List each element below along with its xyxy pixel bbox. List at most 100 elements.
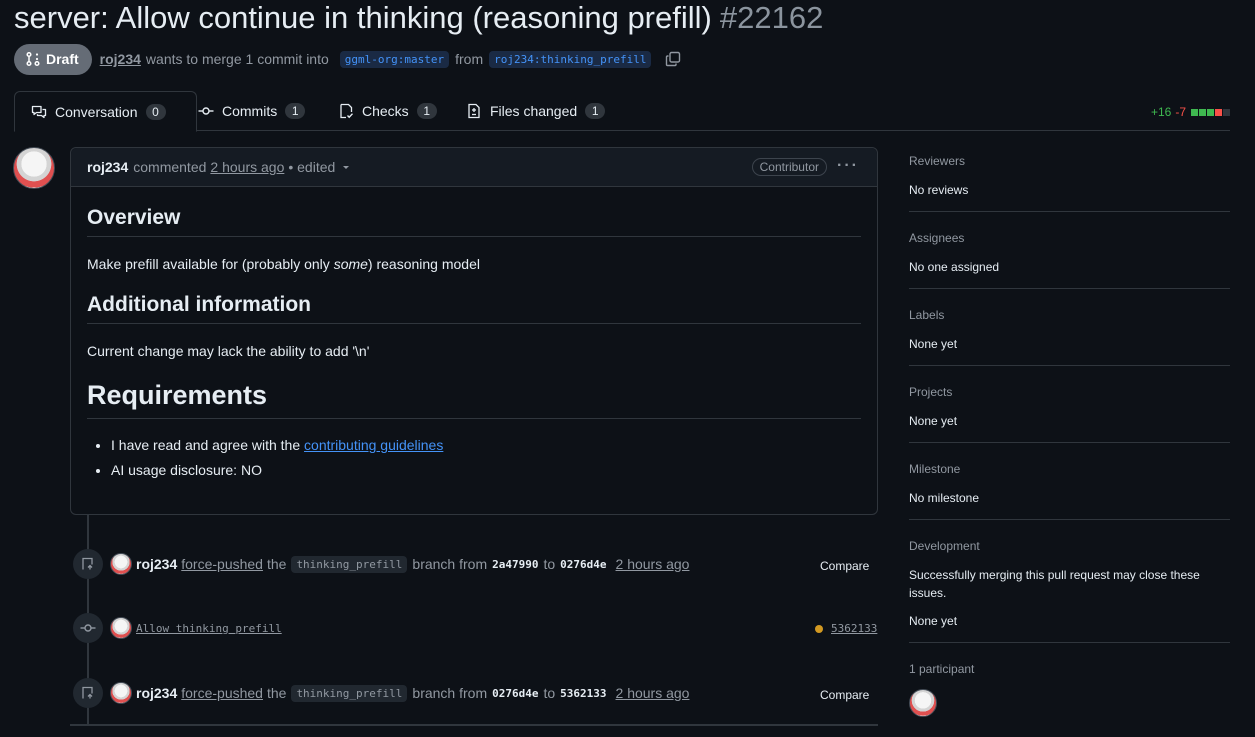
additional-info-text: Current change may lack the ability to a… [87, 343, 370, 359]
overview-text-em: some [333, 256, 368, 272]
timeline-commit: Allow thinking prefill [110, 617, 282, 639]
to-text: to [543, 556, 556, 572]
from-sha[interactable]: 0276d4e [492, 687, 538, 700]
overview-heading: Overview [87, 206, 861, 237]
branch-from-text: branch from [412, 685, 488, 701]
git-commit-icon [198, 106, 214, 115]
tab-files-changed-count: 1 [585, 102, 606, 119]
sidebar-development[interactable]: Development Successfully merging this pu… [909, 539, 1230, 630]
comment-box: roj234 commented 2 hours ago • edited Co… [70, 147, 878, 515]
draft-label: Draft [46, 51, 79, 67]
contributor-badge: Contributor [751, 158, 827, 176]
branch-from-text: branch from [412, 556, 488, 572]
commit-sha[interactable]: 5362133 [815, 622, 877, 635]
kebab-menu-icon[interactable]: ··· [837, 158, 859, 174]
comment-time[interactable]: 2 hours ago [210, 159, 284, 175]
compare-button[interactable]: Compare [820, 559, 869, 573]
sidebar-divider [909, 211, 1230, 212]
sidebar-milestone-title[interactable]: Milestone [909, 462, 1230, 476]
sidebar-projects[interactable]: Projects None yet [909, 385, 1230, 430]
tab-commits-label: Commits [222, 102, 278, 119]
sidebar-labels[interactable]: Labels None yet [909, 308, 1230, 353]
comment-header: roj234 commented 2 hours ago • edited Co… [71, 148, 877, 187]
status-pending-icon [815, 624, 823, 633]
sidebar-divider [909, 519, 1230, 520]
avatar[interactable] [110, 682, 132, 704]
tab-commits-count: 1 [285, 102, 306, 119]
sidebar-participants-title: 1 participant [909, 662, 975, 676]
commit-sha-text: 5362133 [831, 622, 878, 635]
tab-files-changed-label: Files changed [490, 102, 578, 119]
sidebar-divider [909, 365, 1230, 366]
diffstat-bar [1190, 105, 1230, 119]
sidebar-labels-title[interactable]: Labels [909, 308, 1230, 322]
sidebar-milestone[interactable]: Milestone No milestone [909, 462, 1230, 507]
sidebar-assignees-title[interactable]: Assignees [909, 231, 1230, 245]
sidebar-assignees-value: No one assigned [909, 260, 1000, 274]
copy-icon[interactable] [665, 51, 681, 67]
branch-chip[interactable]: thinking_prefill [291, 555, 408, 573]
tab-commits[interactable]: Commits 1 [198, 91, 306, 130]
timeline-time[interactable]: 2 hours ago [616, 685, 690, 701]
author-avatar[interactable] [13, 147, 55, 189]
sidebar-assignees[interactable]: Assignees No one assigned [909, 231, 1230, 276]
git-pull-request-draft-icon [26, 51, 40, 67]
sidebar-divider [909, 442, 1230, 443]
pr-title: server: Allow continue in thinking (reas… [14, 0, 823, 36]
to-sha[interactable]: 0276d4e [560, 558, 606, 571]
sidebar-projects-title[interactable]: Projects [909, 385, 1230, 399]
sidebar-divider [909, 288, 1230, 289]
compare-button[interactable]: Compare [820, 688, 869, 702]
base-branch[interactable]: ggml-org:master [339, 50, 450, 68]
tab-checks-count: 1 [416, 102, 437, 119]
sidebar-participants: 1 participant [909, 662, 1230, 689]
tab-conversation-count: 0 [145, 103, 166, 120]
from-sha[interactable]: 2a47990 [492, 558, 538, 571]
overview-text: Make prefill available for (probably onl… [87, 256, 861, 272]
chevron-down-icon[interactable] [341, 162, 351, 172]
avatar[interactable] [110, 617, 132, 639]
author-link[interactable]: roj234 [100, 51, 141, 67]
tab-files-changed[interactable]: Files changed 1 [466, 91, 606, 130]
force-pushed-link[interactable]: force-pushed [181, 685, 263, 701]
to-sha[interactable]: 5362133 [560, 687, 606, 700]
sidebar-projects-value: None yet [909, 414, 958, 428]
sidebar-development-value2: None yet [909, 614, 958, 628]
head-branch[interactable]: roj234:thinking_prefill [489, 50, 652, 68]
comment-author[interactable]: roj234 [87, 159, 128, 175]
tab-conversation[interactable]: Conversation 0 [14, 91, 197, 132]
sidebar-labels-value: None yet [909, 337, 958, 351]
tab-conversation-label: Conversation [55, 103, 138, 120]
requirements-list: I have read and agree with the contribut… [87, 433, 861, 483]
comment-edited[interactable]: • edited [288, 159, 335, 175]
tab-checks[interactable]: Checks 1 [338, 91, 437, 130]
contributing-guidelines-link[interactable]: contributing guidelines [304, 437, 443, 453]
the-text: the [266, 556, 287, 572]
sidebar-reviewers-title[interactable]: Reviewers [909, 154, 1230, 168]
branch-chip[interactable]: thinking_prefill [291, 684, 408, 702]
list-item: AI usage disclosure: NO [111, 458, 861, 483]
participant-avatar[interactable] [909, 689, 937, 717]
sidebar-reviewers[interactable]: Reviewers No reviews [909, 154, 1230, 199]
pr-meta: Draft roj234 wants to merge 1 commit int… [14, 43, 681, 75]
sidebar-development-value: Successfully merging this pull request m… [909, 568, 1200, 600]
from-text: from [455, 51, 484, 67]
tab-checks-label: Checks [362, 102, 409, 119]
timeline-author[interactable]: roj234 [136, 556, 177, 572]
pr-tabs: Conversation 0 Commits 1 Checks 1 Files … [14, 91, 1230, 132]
diffstat-deletions: -7 [1175, 105, 1186, 119]
avatar[interactable] [110, 553, 132, 575]
sidebar-development-title[interactable]: Development [909, 539, 1230, 553]
commit-message-link[interactable]: Allow thinking prefill [136, 622, 282, 635]
merge-text: wants to merge 1 commit into [145, 51, 329, 67]
requirements-heading: Requirements [87, 380, 861, 419]
repo-push-icon [73, 678, 103, 708]
timeline-force-push-2: roj234 force-pushed the thinking_prefill… [110, 682, 689, 704]
timeline-time[interactable]: 2 hours ago [616, 556, 690, 572]
overview-text-pre: Make prefill available for (probably onl… [87, 256, 334, 272]
to-text: to [543, 685, 556, 701]
comment-discussion-icon [31, 105, 47, 118]
force-pushed-link[interactable]: force-pushed [181, 556, 263, 572]
sidebar-milestone-value: No milestone [909, 491, 980, 505]
timeline-author[interactable]: roj234 [136, 685, 177, 701]
